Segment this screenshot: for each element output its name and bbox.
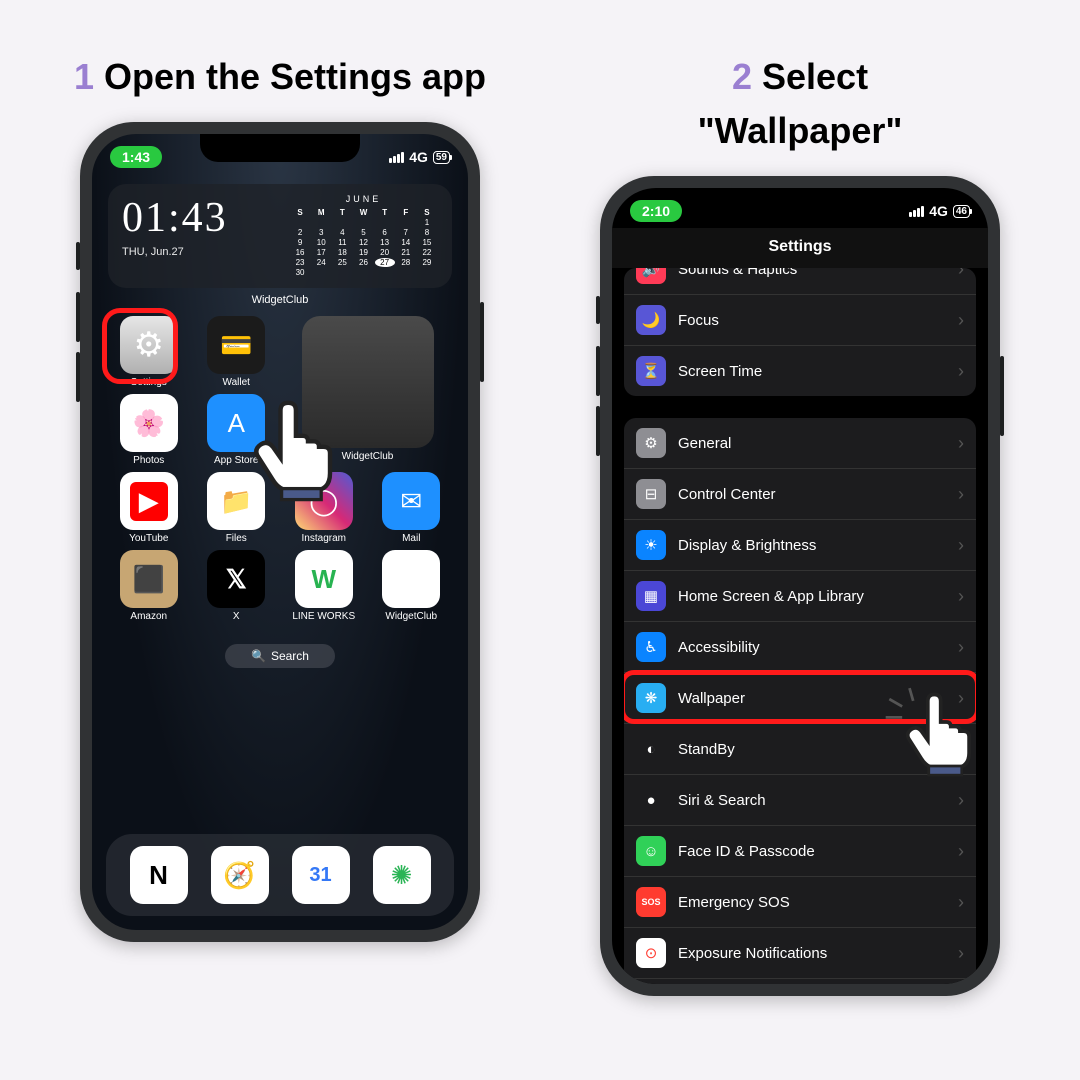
- signal-icon: [909, 206, 924, 217]
- chevron-right-icon: ›: [958, 739, 964, 760]
- app-settings[interactable]: ⚙︎ Settings: [110, 316, 188, 388]
- step-1-heading: 1 Open the Settings app: [74, 50, 486, 104]
- dock-app-calendar[interactable]: 31: [292, 846, 350, 904]
- app-widgetclub[interactable]: ▦ WidgetClub: [373, 550, 451, 622]
- dock: N 🧭 31 ✺: [106, 834, 454, 916]
- settings-row-home-screen-app-library[interactable]: ▦ Home Screen & App Library ›: [624, 571, 976, 622]
- settings-row-screen-time[interactable]: ⏳ Screen Time ›: [624, 346, 976, 396]
- chevron-right-icon: ›: [958, 637, 964, 658]
- dock-app-notion[interactable]: N: [130, 846, 188, 904]
- chevron-right-icon: ›: [958, 310, 964, 331]
- battery-indicator: 59: [433, 151, 450, 164]
- settings-row-siri-search[interactable]: ● Siri & Search ›: [624, 775, 976, 826]
- settings-row-accessibility[interactable]: ♿︎ Accessibility ›: [624, 622, 976, 673]
- app-wallet[interactable]: 💳 Wallet: [198, 316, 276, 388]
- network-label: 4G: [409, 149, 428, 165]
- settings-row-emergency-sos[interactable]: SOS Emergency SOS ›: [624, 877, 976, 928]
- chevron-right-icon: ›: [958, 586, 964, 607]
- chevron-right-icon: ›: [958, 361, 964, 382]
- chevron-right-icon: ›: [958, 268, 964, 280]
- app-lineworks[interactable]: W LINE WORKS: [285, 550, 363, 622]
- settings-row-control-center[interactable]: ⊟ Control Center ›: [624, 469, 976, 520]
- chevron-right-icon: ›: [958, 535, 964, 556]
- settings-title: Settings: [612, 228, 988, 268]
- dock-app-safari[interactable]: 🧭: [211, 846, 269, 904]
- phone-left: 1:43 4G 59 01:43 THU, Jun.27 JUNE SMTWTF…: [80, 122, 480, 942]
- settings-row-display-brightness[interactable]: ☀ Display & Brightness ›: [624, 520, 976, 571]
- widget-label: WidgetClub: [92, 294, 468, 306]
- chevron-right-icon: ›: [958, 943, 964, 964]
- settings-row-general[interactable]: ⚙︎ General ›: [624, 418, 976, 469]
- chevron-right-icon: ›: [958, 433, 964, 454]
- settings-row-standby[interactable]: ◐ StandBy ›: [624, 724, 976, 775]
- settings-row-sounds-haptics[interactable]: 🔊 Sounds & Haptics ›: [624, 268, 976, 295]
- chevron-right-icon: ›: [958, 892, 964, 913]
- app-x[interactable]: 𝕏 X: [198, 550, 276, 622]
- clock-calendar-widget[interactable]: 01:43 THU, Jun.27 JUNE SMTWTFS 1 2345678…: [108, 184, 452, 288]
- step-2-heading: 2 Select"Wallpaper": [698, 50, 903, 158]
- battery-indicator: 46: [953, 205, 970, 218]
- signal-icon: [389, 152, 404, 163]
- settings-row-focus[interactable]: 🌙 Focus ›: [624, 295, 976, 346]
- app-mail[interactable]: ✉ Mail: [373, 472, 451, 544]
- app-youtube[interactable]: ▶ YouTube: [110, 472, 188, 544]
- status-time: 2:10: [630, 200, 682, 222]
- settings-row-battery[interactable]: ▮ Battery ›: [624, 979, 976, 984]
- network-label: 4G: [929, 203, 948, 219]
- app-instagram[interactable]: ◯ Instagram: [285, 472, 363, 544]
- status-time: 1:43: [110, 146, 162, 168]
- settings-row-face-id-passcode[interactable]: ☺ Face ID & Passcode ›: [624, 826, 976, 877]
- app-amazon[interactable]: ⬛ Amazon: [110, 550, 188, 622]
- widget-widgetclub[interactable]: WidgetClub: [285, 316, 450, 466]
- search-icon: 🔍: [251, 649, 266, 663]
- app-photos[interactable]: 🌸 Photos: [110, 394, 188, 466]
- settings-row-exposure-notifications[interactable]: ⊙ Exposure Notifications ›: [624, 928, 976, 979]
- dock-app-4[interactable]: ✺: [373, 846, 431, 904]
- chevron-right-icon: ›: [958, 841, 964, 862]
- chevron-right-icon: ›: [958, 484, 964, 505]
- app-files[interactable]: 📁 Files: [198, 472, 276, 544]
- settings-row-wallpaper[interactable]: ❋ Wallpaper ›: [624, 673, 976, 724]
- chevron-right-icon: ›: [958, 790, 964, 811]
- chevron-right-icon: ›: [958, 688, 964, 709]
- phone-right: 2:10 4G 46 Settings 🔊 Sounds & Haptics ›…: [600, 176, 1000, 996]
- search-button[interactable]: 🔍Search: [225, 644, 335, 668]
- app-appstore[interactable]: A App Store: [198, 394, 276, 466]
